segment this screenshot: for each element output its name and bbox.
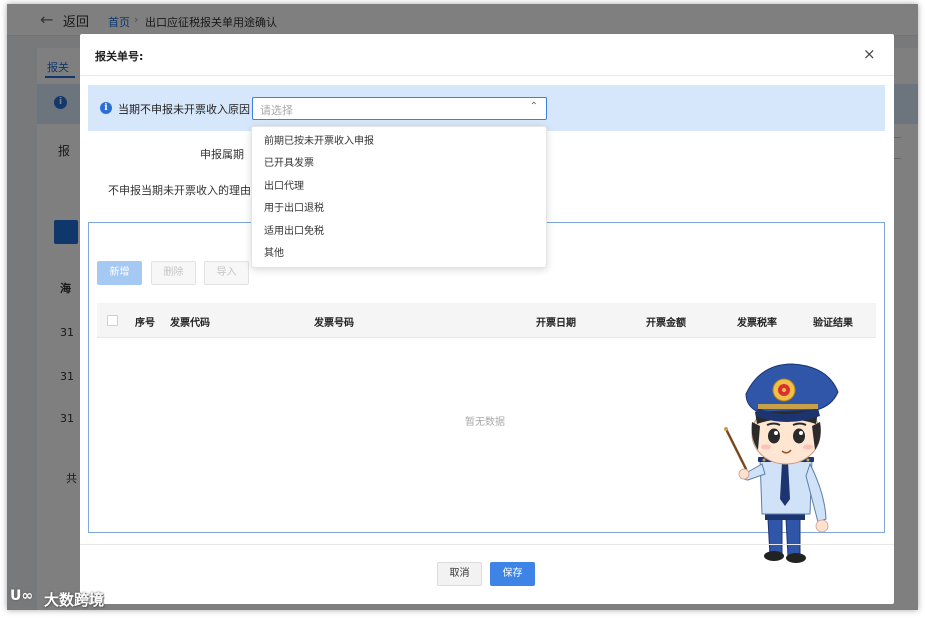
reason-select[interactable]: 请选择 ⌃ <box>252 97 547 120</box>
customs-dialog: 报关单号: × i 当期不申报未开票收入原因 请选择 ⌃ 申报属期 不申报当期未… <box>80 34 894 604</box>
dropdown-option[interactable]: 适用出口免税 <box>252 221 546 243</box>
chevron-up-icon: ⌃ <box>529 101 538 112</box>
dropdown-option[interactable]: 用于出口退税 <box>252 198 546 220</box>
dropdown-option[interactable]: 前期已按未开票收入申报 <box>252 131 546 153</box>
column-header-invoice-number: 发票号码 <box>314 318 354 329</box>
dropdown-option[interactable]: 出口代理 <box>252 176 546 198</box>
column-header-verify-result: 验证结果 <box>813 318 853 329</box>
import-button[interactable]: 导入 <box>204 261 249 285</box>
close-icon[interactable]: × <box>863 45 876 63</box>
delete-button[interactable]: 删除 <box>151 261 196 285</box>
cancel-button[interactable]: 取消 <box>437 562 482 586</box>
dropdown-option[interactable]: 其他 <box>252 243 546 265</box>
reason-select-placeholder: 请选择 <box>260 104 293 117</box>
column-header-index: 序号 <box>135 318 155 329</box>
police-mascot-illustration <box>724 363 839 563</box>
column-header-invoice-code: 发票代码 <box>170 318 210 329</box>
dropdown-option[interactable]: 已开具发票 <box>252 153 546 175</box>
reason-dropdown-menu: 前期已按未开票收入申报 已开具发票 出口代理 用于出口退税 适用出口免税 其他 <box>251 126 547 268</box>
column-header-tax-rate: 发票税率 <box>737 318 777 329</box>
app-window: ← 返回 首页 › 出口应征税报关单用途确认 报关 i 报 海 31 31 31… <box>7 4 918 610</box>
column-header-amount: 开票金额 <box>646 318 686 329</box>
dialog-title: 报关单号: <box>95 50 144 63</box>
table-empty-text: 暂无数据 <box>465 417 505 428</box>
period-label: 申报属期 <box>200 148 244 161</box>
info-icon: i <box>100 102 112 114</box>
reason-text-label: 不申报当期未开票收入的理由 <box>108 184 251 197</box>
reason-info-bar: i 当期不申报未开票收入原因 请选择 ⌃ <box>88 85 885 131</box>
reason-select-label: 当期不申报未开票收入原因 <box>118 103 250 116</box>
column-header-issue-date: 开票日期 <box>536 318 576 329</box>
add-button[interactable]: 新增 <box>97 261 142 285</box>
invoice-table-header: 序号 发票代码 发票号码 开票日期 开票金额 发票税率 验证结果 <box>97 303 876 338</box>
dialog-footer: 取消 保存 <box>80 544 894 604</box>
select-all-checkbox[interactable] <box>107 315 118 326</box>
dialog-header: 报关单号: × <box>80 34 894 76</box>
watermark-text: 大数跨境 <box>44 591 105 609</box>
save-button[interactable]: 保存 <box>490 562 535 586</box>
watermark-logo-icon: ᑌ∞ <box>10 588 34 604</box>
